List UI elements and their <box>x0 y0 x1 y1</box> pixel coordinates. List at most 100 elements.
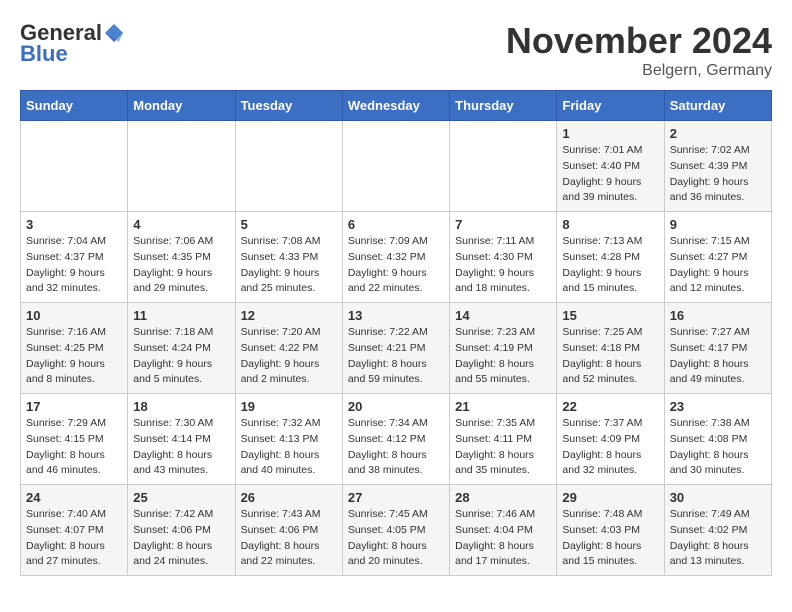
calendar-body: 1 Sunrise: 7:01 AM Sunset: 4:40 PM Daylig… <box>21 121 772 576</box>
day-cell: 6 Sunrise: 7:09 AM Sunset: 4:32 PM Daylig… <box>342 212 449 303</box>
header-cell-monday: Monday <box>128 91 235 121</box>
day-cell: 21Sunrise: 7:35 AM Sunset: 4:11 PM Dayli… <box>450 394 557 485</box>
day-cell <box>128 121 235 212</box>
day-number: 12 <box>241 308 337 323</box>
day-info: Sunrise: 7:01 AM Sunset: 4:40 PM Dayligh… <box>562 143 658 206</box>
calendar-header: SundayMondayTuesdayWednesdayThursdayFrid… <box>21 91 772 121</box>
day-cell: 15 Sunrise: 7:25 AM Sunset: 4:18 PM Dayli… <box>557 303 664 394</box>
day-cell: 3 Sunrise: 7:04 AM Sunset: 4:37 PM Daylig… <box>21 212 128 303</box>
header-cell-sunday: Sunday <box>21 91 128 121</box>
day-cell: 14 Sunrise: 7:23 AM Sunset: 4:19 PM Dayli… <box>450 303 557 394</box>
day-info: Sunrise: 7:48 AM Sunset: 4:03 PM Dayligh… <box>562 507 658 570</box>
day-cell: 19 Sunrise: 7:32 AM Sunset: 4:13 PM Dayli… <box>235 394 342 485</box>
day-cell <box>235 121 342 212</box>
day-number: 1 <box>562 126 658 141</box>
location: Belgern, Germany <box>506 62 772 80</box>
week-row-4: 17Sunrise: 7:29 AM Sunset: 4:15 PM Dayli… <box>21 394 772 485</box>
day-info: Sunrise: 7:30 AM Sunset: 4:14 PM Dayligh… <box>133 416 229 479</box>
day-info: Sunrise: 7:20 AM Sunset: 4:22 PM Dayligh… <box>241 325 337 388</box>
day-info: Sunrise: 7:27 AM Sunset: 4:17 PM Dayligh… <box>670 325 766 388</box>
day-number: 14 <box>455 308 551 323</box>
header-row: SundayMondayTuesdayWednesdayThursdayFrid… <box>21 91 772 121</box>
day-info: Sunrise: 7:46 AM Sunset: 4:04 PM Dayligh… <box>455 507 551 570</box>
day-info: Sunrise: 7:25 AM Sunset: 4:18 PM Dayligh… <box>562 325 658 388</box>
day-number: 9 <box>670 217 766 232</box>
day-number: 15 <box>562 308 658 323</box>
day-cell: 9Sunrise: 7:15 AM Sunset: 4:27 PM Daylig… <box>664 212 771 303</box>
day-number: 18 <box>133 399 229 414</box>
day-cell <box>342 121 449 212</box>
day-cell: 4 Sunrise: 7:06 AM Sunset: 4:35 PM Daylig… <box>128 212 235 303</box>
day-cell: 18 Sunrise: 7:30 AM Sunset: 4:14 PM Dayli… <box>128 394 235 485</box>
day-info: Sunrise: 7:45 AM Sunset: 4:05 PM Dayligh… <box>348 507 444 570</box>
day-cell: 26Sunrise: 7:43 AM Sunset: 4:06 PM Dayli… <box>235 485 342 576</box>
day-number: 16 <box>670 308 766 323</box>
day-info: Sunrise: 7:32 AM Sunset: 4:13 PM Dayligh… <box>241 416 337 479</box>
day-cell: 8 Sunrise: 7:13 AM Sunset: 4:28 PM Daylig… <box>557 212 664 303</box>
title-block: November 2024 Belgern, Germany <box>506 20 772 80</box>
day-info: Sunrise: 7:23 AM Sunset: 4:19 PM Dayligh… <box>455 325 551 388</box>
day-cell: 17Sunrise: 7:29 AM Sunset: 4:15 PM Dayli… <box>21 394 128 485</box>
day-cell: 1 Sunrise: 7:01 AM Sunset: 4:40 PM Daylig… <box>557 121 664 212</box>
day-number: 4 <box>133 217 229 232</box>
day-info: Sunrise: 7:11 AM Sunset: 4:30 PM Dayligh… <box>455 234 551 297</box>
day-cell <box>450 121 557 212</box>
day-cell: 11 Sunrise: 7:18 AM Sunset: 4:24 PM Dayli… <box>128 303 235 394</box>
day-number: 21 <box>455 399 551 414</box>
day-cell: 12 Sunrise: 7:20 AM Sunset: 4:22 PM Dayli… <box>235 303 342 394</box>
page-header: General Blue November 2024 Belgern, Germ… <box>20 20 772 80</box>
day-number: 3 <box>26 217 122 232</box>
day-cell: 27 Sunrise: 7:45 AM Sunset: 4:05 PM Dayli… <box>342 485 449 576</box>
header-cell-thursday: Thursday <box>450 91 557 121</box>
day-info: Sunrise: 7:02 AM Sunset: 4:39 PM Dayligh… <box>670 143 766 206</box>
day-cell: 24 Sunrise: 7:40 AM Sunset: 4:07 PM Dayli… <box>21 485 128 576</box>
day-info: Sunrise: 7:06 AM Sunset: 4:35 PM Dayligh… <box>133 234 229 297</box>
header-cell-tuesday: Tuesday <box>235 91 342 121</box>
day-number: 20 <box>348 399 444 414</box>
logo: General Blue <box>20 20 126 67</box>
day-number: 19 <box>241 399 337 414</box>
week-row-5: 24 Sunrise: 7:40 AM Sunset: 4:07 PM Dayli… <box>21 485 772 576</box>
day-info: Sunrise: 7:42 AM Sunset: 4:06 PM Dayligh… <box>133 507 229 570</box>
header-cell-saturday: Saturday <box>664 91 771 121</box>
day-info: Sunrise: 7:04 AM Sunset: 4:37 PM Dayligh… <box>26 234 122 297</box>
day-cell: 13Sunrise: 7:22 AM Sunset: 4:21 PM Dayli… <box>342 303 449 394</box>
week-row-3: 10Sunrise: 7:16 AM Sunset: 4:25 PM Dayli… <box>21 303 772 394</box>
day-number: 25 <box>133 490 229 505</box>
day-number: 6 <box>348 217 444 232</box>
calendar-table: SundayMondayTuesdayWednesdayThursdayFrid… <box>20 90 772 576</box>
day-cell <box>21 121 128 212</box>
day-info: Sunrise: 7:18 AM Sunset: 4:24 PM Dayligh… <box>133 325 229 388</box>
day-info: Sunrise: 7:08 AM Sunset: 4:33 PM Dayligh… <box>241 234 337 297</box>
day-number: 30 <box>670 490 766 505</box>
day-number: 22 <box>562 399 658 414</box>
day-cell: 2 Sunrise: 7:02 AM Sunset: 4:39 PM Daylig… <box>664 121 771 212</box>
day-info: Sunrise: 7:09 AM Sunset: 4:32 PM Dayligh… <box>348 234 444 297</box>
day-number: 8 <box>562 217 658 232</box>
day-cell: 30 Sunrise: 7:49 AM Sunset: 4:02 PM Dayli… <box>664 485 771 576</box>
day-cell: 25 Sunrise: 7:42 AM Sunset: 4:06 PM Dayli… <box>128 485 235 576</box>
day-number: 2 <box>670 126 766 141</box>
day-cell: 5 Sunrise: 7:08 AM Sunset: 4:33 PM Daylig… <box>235 212 342 303</box>
day-cell: 23 Sunrise: 7:38 AM Sunset: 4:08 PM Dayli… <box>664 394 771 485</box>
day-info: Sunrise: 7:37 AM Sunset: 4:09 PM Dayligh… <box>562 416 658 479</box>
day-info: Sunrise: 7:16 AM Sunset: 4:25 PM Dayligh… <box>26 325 122 388</box>
day-info: Sunrise: 7:22 AM Sunset: 4:21 PM Dayligh… <box>348 325 444 388</box>
day-number: 26 <box>241 490 337 505</box>
day-info: Sunrise: 7:49 AM Sunset: 4:02 PM Dayligh… <box>670 507 766 570</box>
day-cell: 10Sunrise: 7:16 AM Sunset: 4:25 PM Dayli… <box>21 303 128 394</box>
day-info: Sunrise: 7:13 AM Sunset: 4:28 PM Dayligh… <box>562 234 658 297</box>
day-number: 24 <box>26 490 122 505</box>
day-info: Sunrise: 7:34 AM Sunset: 4:12 PM Dayligh… <box>348 416 444 479</box>
day-info: Sunrise: 7:38 AM Sunset: 4:08 PM Dayligh… <box>670 416 766 479</box>
day-number: 23 <box>670 399 766 414</box>
day-number: 11 <box>133 308 229 323</box>
day-number: 27 <box>348 490 444 505</box>
day-cell: 7Sunrise: 7:11 AM Sunset: 4:30 PM Daylig… <box>450 212 557 303</box>
day-info: Sunrise: 7:40 AM Sunset: 4:07 PM Dayligh… <box>26 507 122 570</box>
day-cell: 20 Sunrise: 7:34 AM Sunset: 4:12 PM Dayli… <box>342 394 449 485</box>
day-number: 5 <box>241 217 337 232</box>
day-cell: 22 Sunrise: 7:37 AM Sunset: 4:09 PM Dayli… <box>557 394 664 485</box>
day-number: 29 <box>562 490 658 505</box>
month-title: November 2024 <box>506 20 772 62</box>
